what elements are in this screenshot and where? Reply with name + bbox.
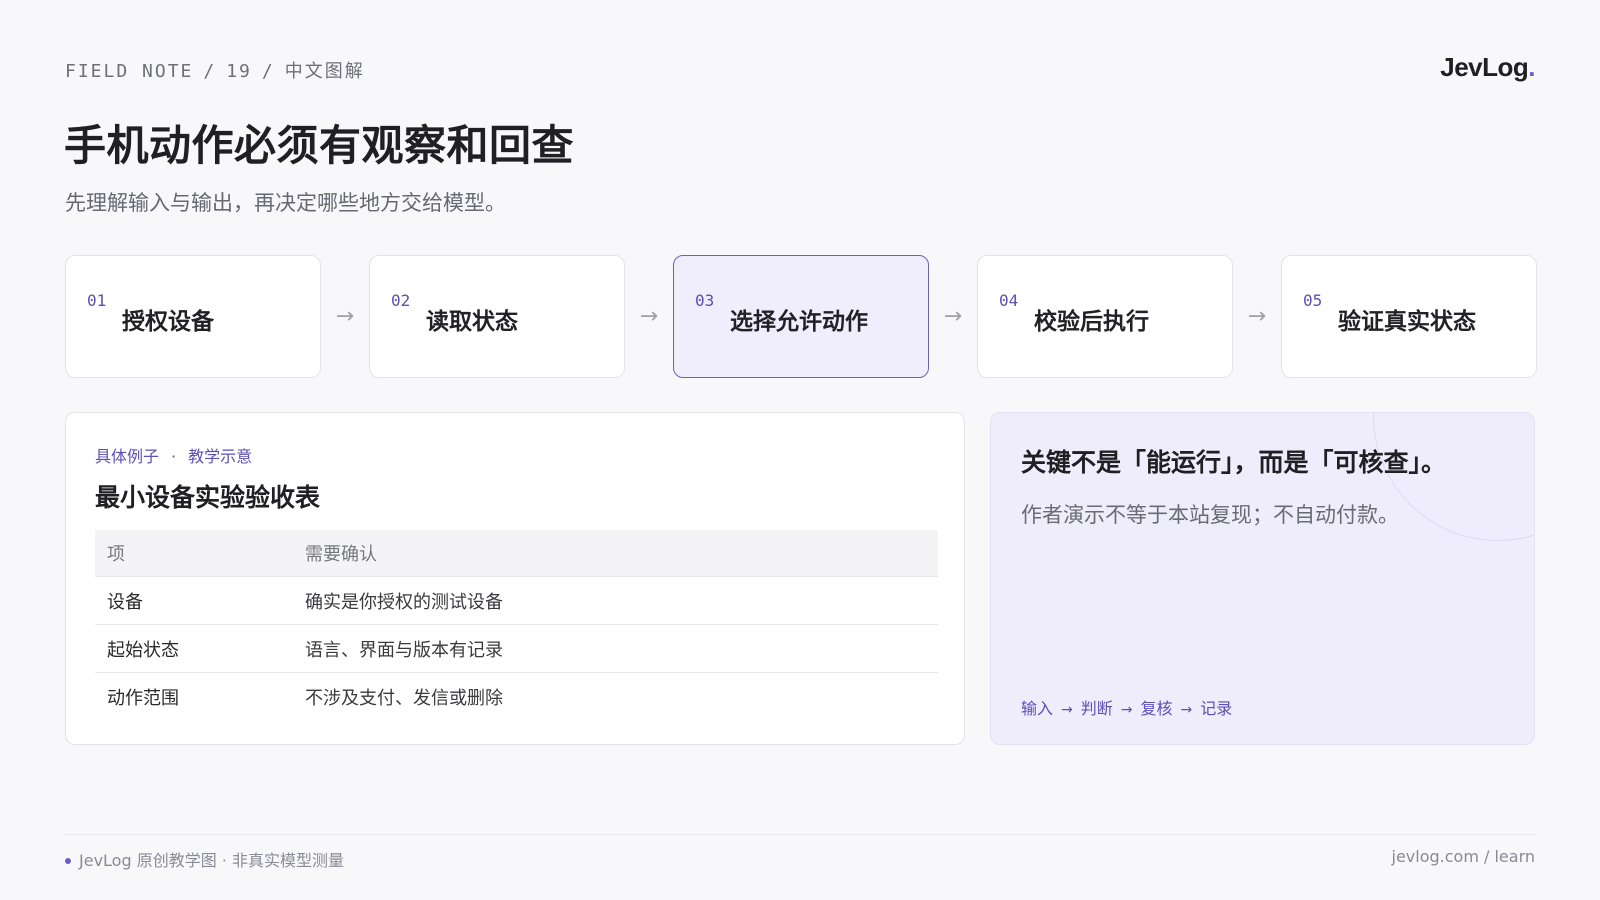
arrow-right-icon: → bbox=[335, 304, 355, 329]
step-card-05: 05 验证真实状态 bbox=[1281, 255, 1537, 378]
field-note-kicker: FIELD NOTE/19/中文图解 bbox=[65, 61, 365, 82]
tag-separator: · bbox=[171, 447, 177, 466]
table-cell-confirm: 确实是你授权的测试设备 bbox=[305, 591, 503, 613]
flow-step-judge: 判断 bbox=[1080, 699, 1113, 718]
step-card-01: 01 授权设备 bbox=[65, 255, 321, 378]
step-number: 01 bbox=[87, 291, 107, 310]
brand-logo[interactable]: JevLog. bbox=[1440, 52, 1535, 83]
arrow-right-icon: → bbox=[1061, 702, 1073, 718]
step-card-02: 02 读取状态 bbox=[369, 255, 625, 378]
kicker-number: 19 bbox=[226, 61, 252, 82]
table-cell-confirm: 语言、界面与版本有记录 bbox=[305, 639, 503, 661]
acceptance-table: 项 需要确认 设备 确实是你授权的测试设备 起始状态 语言、界面与版本有记录 动… bbox=[95, 530, 938, 721]
example-card: 具体例子 · 教学示意 最小设备实验验收表 项 需要确认 设备 确实是你授权的测试设… bbox=[65, 412, 965, 745]
table-row: 设备 确实是你授权的测试设备 bbox=[95, 577, 938, 625]
arrow-right-icon: → bbox=[943, 304, 963, 329]
step-label: 读取状态 bbox=[426, 309, 518, 335]
step-label: 验证真实状态 bbox=[1338, 309, 1476, 335]
step-card-04: 04 校验后执行 bbox=[977, 255, 1233, 378]
page-title: 手机动作必须有观察和回查 bbox=[64, 121, 575, 170]
table-cell-confirm: 不涉及支付、发信或删除 bbox=[305, 688, 503, 709]
kicker-series: FIELD NOTE bbox=[65, 61, 194, 82]
page-subtitle: 先理解输入与输出，再决定哪些地方交给模型。 bbox=[65, 191, 506, 215]
key-point-title: 关键不是「能运行」，而是「可核查」。 bbox=[1021, 448, 1447, 477]
table-row: 起始状态 语言、界面与版本有记录 bbox=[95, 625, 938, 673]
tag-illustration: 教学示意 bbox=[188, 447, 253, 466]
table-cell-item: 设备 bbox=[107, 591, 143, 613]
flow-step-input: 输入 bbox=[1021, 699, 1054, 718]
example-card-title: 最小设备实验验收表 bbox=[95, 483, 321, 512]
footer-link[interactable]: jevlog.com / learn bbox=[1392, 847, 1536, 866]
arrow-right-icon: → bbox=[1247, 304, 1267, 329]
brand-name: JevLog bbox=[1440, 52, 1529, 82]
step-label: 授权设备 bbox=[122, 309, 214, 335]
arrow-right-icon: → bbox=[639, 304, 659, 329]
key-point-card: 关键不是「能运行」，而是「可核查」。 作者演示不等于本站复现；不自动付款。 输入… bbox=[990, 412, 1535, 745]
table-cell-item: 起始状态 bbox=[107, 639, 179, 661]
example-tag: 具体例子 · 教学示意 bbox=[95, 443, 252, 467]
column-header-confirm: 需要确认 bbox=[305, 544, 377, 565]
flow-step-review: 复核 bbox=[1140, 699, 1173, 718]
step-label: 校验后执行 bbox=[1034, 309, 1149, 335]
tag-example: 具体例子 bbox=[95, 447, 160, 466]
footer-note-text: JevLog 原创教学图 · 非真实模型测量 bbox=[79, 851, 344, 870]
table-header-row: 项 需要确认 bbox=[95, 530, 938, 577]
workflow-chain: 输入 → 判断 → 复核 → 记录 bbox=[1021, 695, 1232, 719]
footer-note: JevLog 原创教学图 · 非真实模型测量 bbox=[65, 847, 344, 871]
step-number: 04 bbox=[999, 291, 1019, 310]
arrow-right-icon: → bbox=[1120, 702, 1133, 718]
table-row: 动作范围 不涉及支付、发信或删除 bbox=[95, 673, 938, 721]
process-steps: 01 授权设备 → 02 读取状态 → 03 选择允许动作 → 04 校验后执行… bbox=[65, 255, 1537, 378]
arrow-right-icon: → bbox=[1180, 702, 1193, 718]
bullet-dot-icon bbox=[65, 858, 71, 864]
footer-divider bbox=[65, 834, 1535, 835]
key-point-text: 作者演示不等于本站复现；不自动付款。 bbox=[1021, 503, 1399, 527]
step-card-03: 03 选择允许动作 bbox=[673, 255, 929, 378]
brand-dot: . bbox=[1528, 52, 1535, 82]
table-cell-item: 动作范围 bbox=[107, 688, 179, 709]
column-header-item: 项 bbox=[107, 544, 125, 565]
step-label: 选择允许动作 bbox=[730, 309, 868, 335]
step-number: 03 bbox=[695, 291, 715, 310]
step-number: 02 bbox=[391, 291, 411, 310]
kicker-topic: 中文图解 bbox=[284, 61, 365, 82]
flow-step-record: 记录 bbox=[1200, 699, 1233, 718]
step-number: 05 bbox=[1303, 291, 1323, 310]
